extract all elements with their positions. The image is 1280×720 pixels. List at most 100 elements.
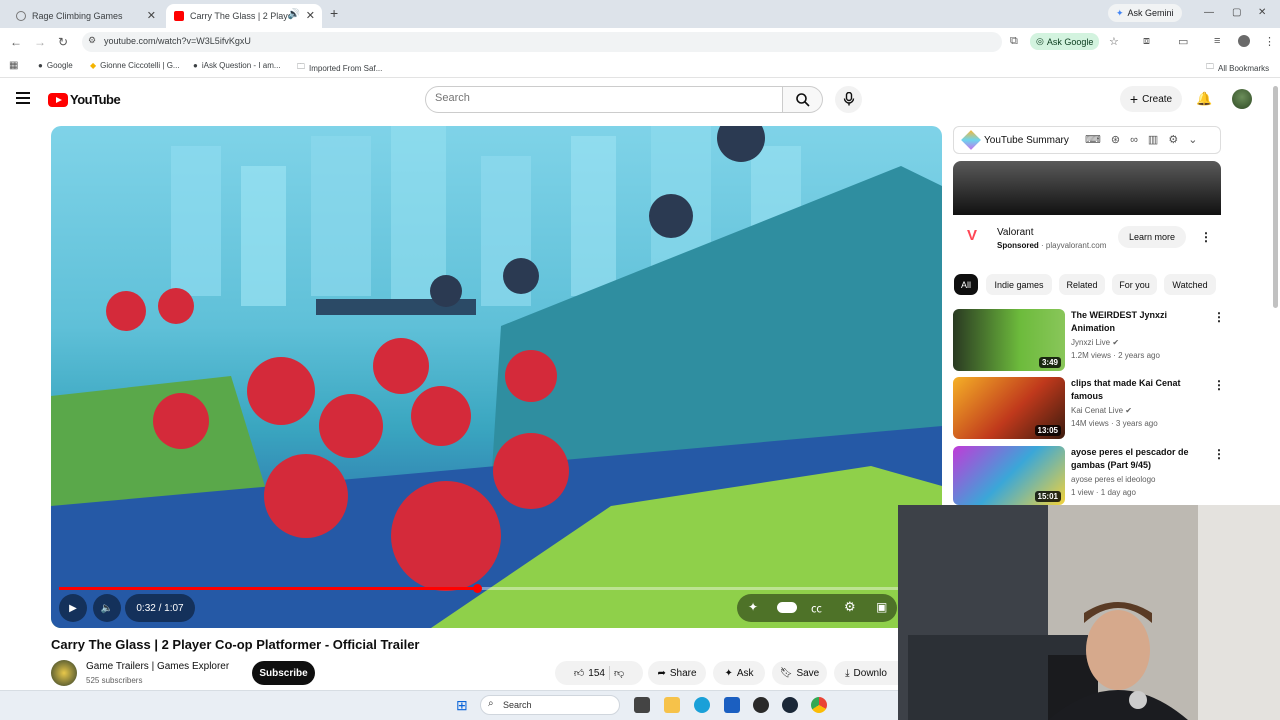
all-bookmarks[interactable]: 🗀 All Bookmarks bbox=[1206, 61, 1269, 75]
file-explorer-icon[interactable] bbox=[664, 697, 680, 713]
recommendation-thumbnail[interactable]: 15:01 bbox=[953, 446, 1065, 505]
recommendation-channel[interactable]: ayose peres el ideologo bbox=[1071, 475, 1156, 484]
video-player[interactable]: ▶ 🔈 0:32 / 1:07 ✦ ㏄ ⚙ ▣ bbox=[51, 126, 942, 628]
share-button[interactable]: ➦ Share bbox=[648, 661, 706, 685]
share-icon: ➦ bbox=[657, 667, 666, 679]
cast-icon[interactable]: ⧉ bbox=[1010, 35, 1018, 48]
channel-label: Jynxzi Live bbox=[1071, 338, 1111, 347]
tab-carry-the-glass[interactable]: Carry The Glass | 2 Player C 🔊 ✕ bbox=[166, 4, 322, 28]
ad-more-icon[interactable]: ⋮ bbox=[1200, 230, 1212, 244]
youtube-logo-icon[interactable] bbox=[48, 93, 68, 107]
bookmark-gionne[interactable]: ◆ Gionne Ciccotelli | G... bbox=[90, 61, 180, 70]
recommendation-thumbnail[interactable]: 13:05 bbox=[953, 377, 1065, 439]
lens-icon: ◎ bbox=[1036, 36, 1044, 46]
tab-search-icon[interactable]: ≡ bbox=[1214, 35, 1220, 47]
page-scrollbar[interactable] bbox=[1273, 86, 1278, 308]
search-button[interactable] bbox=[783, 86, 823, 113]
ask-google-button[interactable]: ◎ Ask Google bbox=[1030, 33, 1100, 50]
recommendation-thumbnail[interactable]: 3:49 bbox=[953, 309, 1065, 371]
ad-title[interactable]: Valorant bbox=[997, 227, 1034, 238]
recommendation-channel[interactable]: Jynxzi Live ✔ bbox=[1071, 338, 1119, 347]
learn-more-button[interactable]: Learn more bbox=[1118, 226, 1186, 248]
taskbar-search[interactable]: ⌕ Search bbox=[480, 695, 620, 715]
summary-logo-icon bbox=[961, 130, 981, 150]
autoplay-toggle[interactable] bbox=[777, 602, 797, 613]
task-view-icon[interactable] bbox=[634, 697, 650, 713]
chip-indie-games[interactable]: Indie games bbox=[986, 274, 1052, 295]
new-tab-icon[interactable]: + bbox=[330, 5, 338, 21]
chip-all[interactable]: All bbox=[954, 274, 978, 295]
bookmark-favicon-icon: ● bbox=[193, 61, 198, 70]
miniplayer-icon[interactable]: ▣ bbox=[876, 600, 887, 614]
chip-related[interactable]: Related bbox=[1059, 274, 1105, 295]
ai-sparkle-icon[interactable]: ✦ bbox=[748, 600, 758, 614]
more-menu-icon[interactable]: ⋮ bbox=[1264, 35, 1275, 48]
apps-grid-icon[interactable]: ▦ bbox=[9, 60, 18, 71]
search-input[interactable]: Search bbox=[435, 92, 470, 104]
recommendation-more-icon[interactable]: ⋮ bbox=[1213, 378, 1225, 392]
chip-for-you[interactable]: For you bbox=[1112, 274, 1157, 295]
bookmark-star-icon[interactable]: ☆ bbox=[1109, 35, 1119, 48]
windows-start-icon[interactable]: ⊞ bbox=[456, 697, 468, 714]
bookmark-imported-folder[interactable]: 🗀 Imported From Saf... bbox=[297, 61, 382, 75]
captions-icon[interactable]: ㏄ bbox=[811, 600, 822, 616]
site-info-icon[interactable]: ⚙ bbox=[88, 35, 96, 46]
recommendation-title[interactable]: The WEIRDEST Jynxzi Animation bbox=[1071, 309, 1201, 335]
recommendation-title[interactable]: clips that made Kai Cenat famous bbox=[1071, 377, 1201, 403]
close-tab-icon[interactable]: ✕ bbox=[147, 9, 156, 22]
play-button[interactable]: ▶ bbox=[59, 594, 87, 622]
like-button[interactable]: 👍︎ 154 bbox=[574, 667, 605, 680]
steam-icon[interactable] bbox=[782, 697, 798, 713]
ad-banner-image[interactable] bbox=[953, 161, 1221, 215]
search-box[interactable] bbox=[425, 86, 783, 113]
voice-search-button[interactable] bbox=[835, 86, 862, 113]
summary-tool-icons[interactable]: ⌨⊛∞▥⚙⌄ bbox=[1085, 133, 1207, 146]
recommendation-title[interactable]: ayose peres el pescador de gambas (Part … bbox=[1071, 446, 1201, 472]
bookmark-iask[interactable]: ● iAsk Question - I am... bbox=[193, 61, 281, 70]
edge-icon[interactable] bbox=[694, 697, 710, 713]
save-button[interactable]: 🔖︎ Save bbox=[772, 661, 827, 685]
channel-name[interactable]: Game Trailers | Games Explorer bbox=[86, 661, 229, 672]
recommendation-more-icon[interactable]: ⋮ bbox=[1213, 310, 1225, 324]
extensions-icon[interactable]: ⧈ bbox=[1143, 35, 1150, 48]
create-button[interactable]: + Create bbox=[1120, 86, 1182, 112]
bookmark-icon: 🔖︎ bbox=[779, 667, 793, 679]
recommendation-channel[interactable]: Kai Cenat Live ✔ bbox=[1071, 406, 1132, 415]
audio-playing-icon[interactable]: 🔊 bbox=[288, 9, 300, 20]
maximize-icon[interactable]: ▢ bbox=[1232, 7, 1241, 18]
volume-button[interactable]: 🔈 bbox=[93, 594, 121, 622]
ask-gemini-button[interactable]: ✦ Ask Gemini bbox=[1108, 4, 1182, 22]
side-panel-icon[interactable]: ▭ bbox=[1178, 35, 1188, 48]
hamburger-menu-icon[interactable] bbox=[16, 92, 30, 107]
close-tab-icon[interactable]: ✕ bbox=[306, 9, 315, 22]
ask-button[interactable]: ✦ Ask bbox=[713, 661, 765, 685]
reload-icon[interactable]: ↻ bbox=[58, 35, 68, 49]
chrome-icon[interactable] bbox=[811, 697, 827, 713]
thumbs-down-icon[interactable]: 👎︎ bbox=[614, 667, 624, 679]
minimize-icon[interactable]: — bbox=[1204, 7, 1214, 18]
settings-gear-icon[interactable]: ⚙ bbox=[844, 599, 856, 615]
account-avatar[interactable] bbox=[1232, 89, 1252, 109]
forward-icon[interactable]: → bbox=[34, 35, 46, 49]
bookmark-google[interactable]: ● Google bbox=[38, 61, 73, 70]
tab-title: Rage Climbing Games bbox=[32, 11, 123, 21]
tab-rage-climbing-games[interactable]: Rage Climbing Games ✕ bbox=[8, 4, 163, 28]
channel-avatar[interactable] bbox=[51, 660, 77, 686]
notifications-bell-icon[interactable]: 🔔 bbox=[1196, 91, 1212, 107]
profile-icon[interactable] bbox=[1238, 35, 1250, 47]
url-text[interactable]: youtube.com/watch?v=W3L5ifvKgxU bbox=[104, 36, 251, 46]
share-label: Share bbox=[669, 667, 697, 679]
youtube-favicon-icon bbox=[174, 11, 184, 21]
app-icon[interactable] bbox=[753, 697, 769, 713]
youtube-logo-text[interactable]: YouTube bbox=[70, 92, 121, 107]
store-icon[interactable] bbox=[724, 697, 740, 713]
close-window-icon[interactable]: ✕ bbox=[1258, 7, 1266, 18]
channel-label: Kai Cenat Live bbox=[1071, 406, 1124, 415]
back-icon[interactable]: ← bbox=[10, 35, 22, 49]
bookmark-label: iAsk Question - I am... bbox=[201, 61, 281, 70]
download-button[interactable]: ⤓ Downlo bbox=[834, 661, 898, 685]
progress-scrubber[interactable] bbox=[473, 584, 482, 593]
subscribe-button[interactable]: Subscribe bbox=[252, 661, 315, 685]
chip-watched[interactable]: Watched bbox=[1164, 274, 1216, 295]
recommendation-more-icon[interactable]: ⋮ bbox=[1213, 447, 1225, 461]
